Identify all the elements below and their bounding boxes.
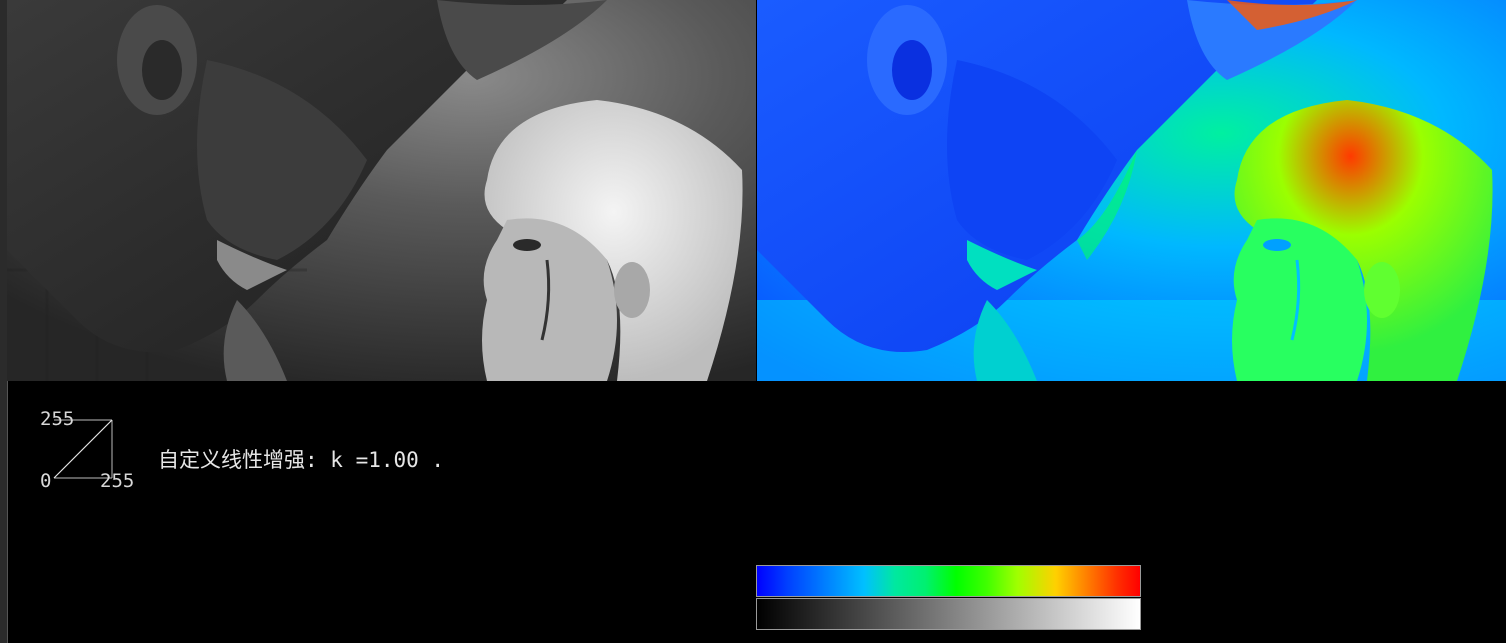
enhancement-status-text: 自定义线性增强: k =1.00 . xyxy=(158,448,445,472)
curve-origin-label: 0 xyxy=(40,470,52,492)
image-enhancement-window: 255 0 255 自定义线性增强: k =1.00 . xyxy=(0,0,1506,643)
jet-colorbar xyxy=(756,565,1141,597)
grayscale-image-canvas xyxy=(7,0,756,381)
grayscale-colorbar xyxy=(756,598,1141,630)
curve-max-label: 255 xyxy=(40,408,75,430)
jet-pseudocolor-image xyxy=(757,0,1506,381)
jet-image-canvas xyxy=(757,0,1506,381)
grayscale-image xyxy=(7,0,756,381)
curve-x-max-label: 255 xyxy=(100,470,135,492)
linear-curve-diagram: 255 0 255 xyxy=(36,408,140,494)
